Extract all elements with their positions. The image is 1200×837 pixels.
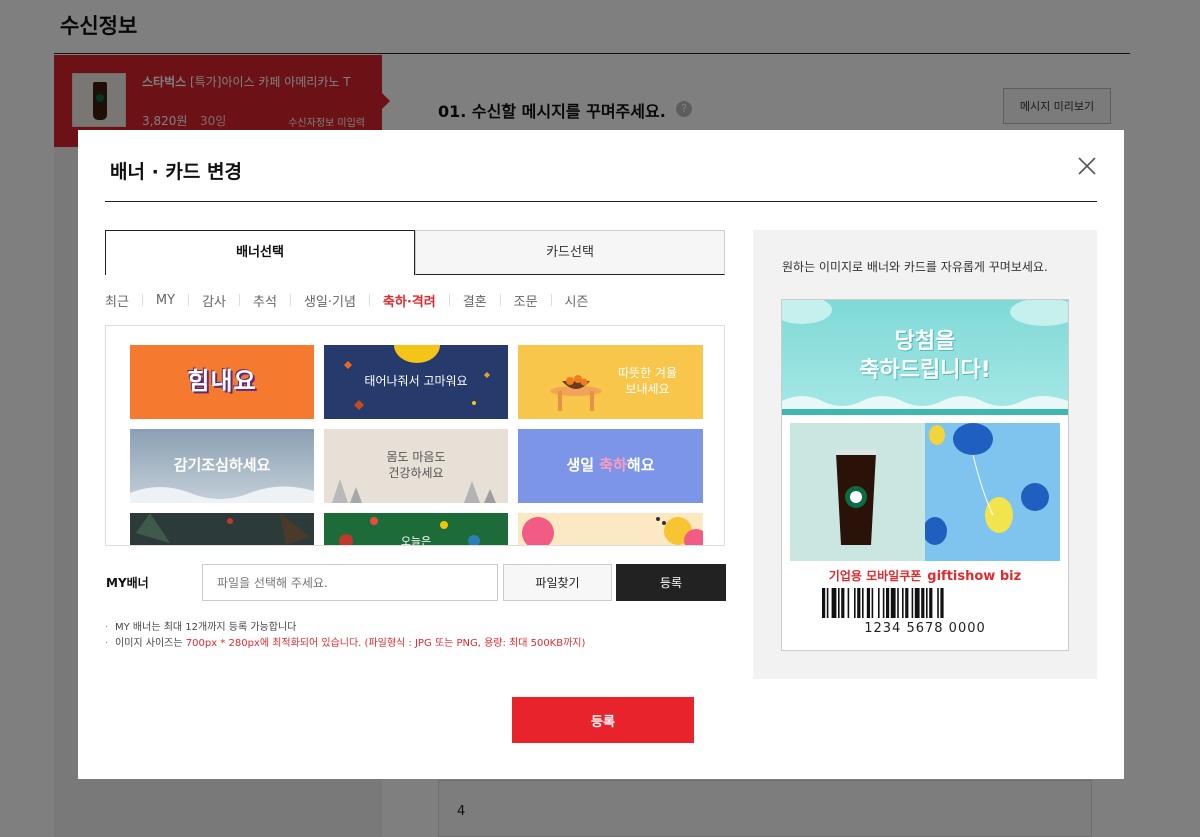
coupon-preview: 당첨을 축하드립니다! 기업용 모바일쿠폰 giftishow biz 1234… xyxy=(781,299,1069,651)
category-my[interactable]: MY xyxy=(156,293,175,308)
modal-divider xyxy=(105,201,1097,202)
coupon-tag-label: 기업용 모바일쿠폰 xyxy=(828,569,922,583)
category-chuseok[interactable]: 추석 xyxy=(253,291,277,310)
banner-text: 몸도 마음도 건강하세요 xyxy=(386,450,446,480)
banner-text-part: 해요 xyxy=(626,456,655,475)
category-divider xyxy=(448,294,450,306)
upload-register-button[interactable]: 등록 xyxy=(616,564,726,601)
tab-card-select[interactable]: 카드선택 xyxy=(415,230,725,275)
note-text: 이미지 사이즈는 xyxy=(115,638,186,649)
category-divider xyxy=(188,294,190,306)
banner-text: 오늘은 xyxy=(400,535,432,546)
banner-card-modal: 배너 · 카드 변경 배너선택 카드선택 최근 MY 감사 추석 생일·기념 축… xyxy=(78,130,1124,779)
category-recent[interactable]: 최근 xyxy=(105,291,129,310)
category-condolence[interactable]: 조문 xyxy=(514,291,538,310)
preview-banner-text: 당첨을 축하드립니다! xyxy=(859,329,991,383)
banner-text: 태어나줘서 고마워요 xyxy=(364,374,468,389)
submit-register-button[interactable]: 등록 xyxy=(512,697,694,743)
category-divider xyxy=(239,294,241,306)
category-divider xyxy=(499,294,501,306)
preview-banner: 당첨을 축하드립니다! xyxy=(782,300,1068,415)
banner-thumbnail[interactable]: 생일 축하해요 xyxy=(518,429,703,503)
banner-text-accent: 축하 xyxy=(599,456,627,475)
banner-card-tabs: 배너선택 카드선택 xyxy=(105,230,725,275)
note-format: 에 최적화되어 있습니다. (파일형식 : JPG 또는 PNG, 용량: 최대… xyxy=(259,638,586,649)
upload-notes: · MY 배너는 최대 12개까지 등록 가능합니다 · 이미지 사이즈는 700p… xyxy=(105,620,585,652)
note-size: 700px * 280px xyxy=(185,638,260,649)
my-banner-label: MY배너 xyxy=(106,576,149,590)
modal-title: 배너 · 카드 변경 xyxy=(110,161,242,183)
preview-product-image xyxy=(790,423,1060,561)
banner-text: 생일 축하해요 xyxy=(566,456,654,476)
category-wedding[interactable]: 결혼 xyxy=(463,291,487,310)
banner-thumbnail[interactable]: 오늘은 xyxy=(324,513,508,546)
banner-text: 힘내요 xyxy=(187,367,257,396)
close-icon[interactable] xyxy=(1073,152,1101,180)
category-season[interactable]: 시즌 xyxy=(565,291,589,310)
coupon-tag-brand: giftishow biz xyxy=(927,569,1022,584)
barcode-number: 1234 5678 0000 xyxy=(864,621,986,636)
find-file-button[interactable]: 파일찾기 xyxy=(503,564,612,601)
category-divider xyxy=(141,294,143,306)
banner-thumbnail[interactable]: 감기조심하세요 xyxy=(130,429,314,503)
file-path-input[interactable] xyxy=(202,564,498,601)
preview-coupon-tag: 기업용 모바일쿠폰 giftishow biz xyxy=(782,567,1068,584)
banner-thumbnail[interactable] xyxy=(518,513,703,545)
barcode-icon xyxy=(822,588,944,618)
category-divider xyxy=(368,294,370,306)
banner-thumbnail[interactable]: 태어나줘서 고마워요 xyxy=(324,345,508,419)
note-text: MY 배너는 최대 12개까지 등록 가능합니다 xyxy=(115,622,297,633)
banner-thumbnail[interactable] xyxy=(130,513,314,545)
category-congrats[interactable]: 축하·격려 xyxy=(383,291,436,310)
category-divider xyxy=(289,294,291,306)
banner-thumbnail[interactable]: 힘내요 xyxy=(130,345,314,419)
category-divider xyxy=(550,294,552,306)
tab-banner-select[interactable]: 배너선택 xyxy=(105,230,415,275)
category-birthday[interactable]: 생일·기념 xyxy=(304,291,356,310)
note-line: · MY 배너는 최대 12개까지 등록 가능합니다 xyxy=(105,622,297,633)
banner-text-part: 생일 xyxy=(566,456,600,475)
banner-text: 감기조심하세요 xyxy=(173,456,271,475)
category-thanks[interactable]: 감사 xyxy=(202,291,226,310)
preview-pane: 원하는 이미지로 배너와 카드를 자유롭게 꾸며보세요. 당첨을 축하드립니다! xyxy=(753,230,1097,679)
banner-text: 따뜻한 겨울 보내세요 xyxy=(617,366,677,396)
category-filter: 최근 MY 감사 추석 생일·기념 축하·격려 결혼 조문 시즌 xyxy=(105,290,725,310)
preview-description: 원하는 이미지로 배너와 카드를 자유롭게 꾸며보세요. xyxy=(782,260,1048,274)
banner-thumbnail[interactable]: 몸도 마음도 건강하세요 xyxy=(324,429,508,503)
banner-thumbnail[interactable]: 따뜻한 겨울 보내세요 xyxy=(518,345,703,419)
banner-list[interactable]: 힘내요 태어나줘서 고마워요 따뜻한 겨울 보내세요 감기조심하세요 몸도 마음… xyxy=(105,325,725,546)
note-line: · 이미지 사이즈는 700px * 280px에 최적화되어 있습니다. (파일… xyxy=(105,638,586,649)
